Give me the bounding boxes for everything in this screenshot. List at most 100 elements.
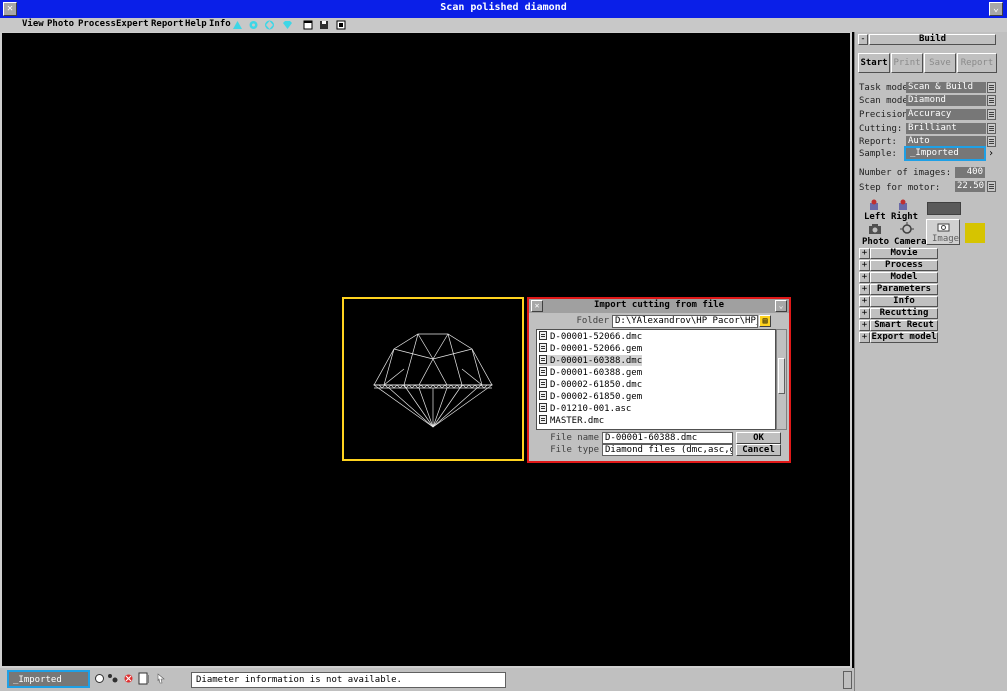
file-item[interactable]: D-00002-61850.gem [539,391,642,402]
file-type-select[interactable]: Diamond files (dmc,asc,gem) [602,444,733,456]
menu-info[interactable]: Info [209,19,231,29]
file-item[interactable]: D-00001-60388.gem [539,367,642,378]
photo-icon[interactable] [868,223,882,235]
diamond-top-icon[interactable] [232,20,243,30]
file-name-input[interactable]: D-00001-60388.dmc [602,432,733,444]
accordion-recutting[interactable]: + Recutting [859,308,938,319]
settings-dots-icon[interactable] [107,673,119,684]
scan-mode-dropdown-icon[interactable] [987,95,996,106]
diamond-preview-frame[interactable] [342,297,524,461]
folder-field[interactable]: D:\YAlexandrov\HP Pacor\HP_5.6.30.1 [612,315,758,328]
panel-collapse-button[interactable]: - [858,34,868,45]
import-dialog: ✕ Import cutting from file ⌄ Folder D:\Y… [527,297,791,463]
stop-icon[interactable] [123,673,134,684]
camera-label: Camera [894,237,927,247]
status-sample-field[interactable]: _Imported [7,670,90,688]
image-button[interactable]: Image [926,219,960,245]
file-item[interactable]: D-00001-52066.dmc [539,331,642,342]
file-icon [539,403,547,412]
camera-icon[interactable] [900,222,914,235]
cutting-label: Cutting: [859,124,903,134]
file-list[interactable]: D-00001-52066.dmc D-00001-52066.gem D-00… [536,329,776,430]
accordion-parameters[interactable]: + Parameters [859,284,938,295]
document-icon[interactable] [138,672,150,685]
cancel-button[interactable]: Cancel [736,444,781,456]
file-icon [539,343,547,352]
save-icon[interactable] [319,20,330,30]
position-display [927,202,961,215]
cutting-dropdown-icon[interactable] [987,123,996,134]
report-button[interactable]: Report [957,53,997,73]
left-label: Left [864,212,886,222]
diamond-wireframe [372,333,494,428]
save-button[interactable]: Save [924,53,956,73]
file-item[interactable]: D-00002-61850.dmc [539,379,642,390]
folder-browse-icon[interactable]: ▤ [759,315,771,327]
status-message: Diameter information is not available. [191,672,506,688]
menu-process[interactable]: Process [78,19,116,29]
export-icon[interactable] [336,20,347,30]
report-mode-dropdown-icon[interactable] [987,136,996,147]
sample-label: Sample: [859,149,897,159]
menu-view[interactable]: View [22,19,44,29]
report-mode-label: Report: [859,137,897,147]
file-list-scrollbar[interactable] [776,329,787,430]
task-mode-dropdown-icon[interactable] [987,82,996,93]
right-label: Right [891,212,919,222]
rotate-left-icon[interactable] [867,199,881,211]
accordion-process[interactable]: + Process [859,260,938,271]
start-button[interactable]: Start [858,53,890,73]
chevron-right-icon[interactable]: › [988,148,994,159]
step-motor-value[interactable]: 22.50 [955,181,985,192]
file-icon [539,379,547,388]
file-type-label: File type [550,445,599,455]
num-images-value[interactable]: 400 [955,167,985,178]
step-motor-dropdown-icon[interactable] [987,181,996,192]
window-icon[interactable] [303,20,314,30]
menu-photo[interactable]: Photo [47,19,74,29]
print-button[interactable]: Print [891,53,923,73]
dialog-chevron-down-icon[interactable]: ⌄ [775,300,787,312]
file-item[interactable]: D-01210-001.asc [539,403,631,414]
file-item[interactable]: MASTER.dmc [539,415,604,426]
chevron-down-icon[interactable]: ⌄ [989,2,1003,16]
ok-button[interactable]: OK [736,432,781,444]
menu-report[interactable]: Report [151,19,184,29]
photo-label: Photo [862,237,890,247]
facet-icon[interactable] [264,20,275,30]
panel-build-header[interactable]: Build [869,34,996,45]
pointer-icon[interactable] [156,673,166,684]
file-item-selected[interactable]: D-00001-60388.dmc [539,355,643,366]
cutting-value[interactable]: Brilliant [906,123,986,134]
dialog-title: Import cutting from file [593,300,725,310]
accordion-model[interactable]: + Model [859,272,938,283]
image-color-swatch[interactable] [965,223,985,243]
rotate-right-icon[interactable] [896,199,910,211]
gear-icon[interactable] [248,20,259,30]
precision-value[interactable]: Accuracy [906,109,986,120]
accordion-info[interactable]: + Info [859,296,938,307]
file-item[interactable]: D-00001-52066.gem [539,343,642,354]
scrollbar-thumb[interactable] [778,358,785,394]
status-bar: _Imported Diameter information is not av… [0,668,854,691]
main-viewport[interactable]: ✕ Import cutting from file ⌄ Folder D:\Y… [0,32,852,668]
accordion-smart-recut[interactable]: + Smart Recut [859,320,938,331]
menu-help[interactable]: Help [185,19,207,29]
diamond-icon[interactable] [282,20,293,30]
image-icon [937,223,950,232]
precision-dropdown-icon[interactable] [987,109,996,120]
accordion-export-model[interactable]: + Export model [859,332,938,343]
sample-field[interactable]: _Imported [904,146,986,161]
resize-grip[interactable] [843,671,852,689]
file-icon [539,415,547,424]
accordion-movie[interactable]: + Movie [859,248,938,259]
menu-expert[interactable]: Expert [116,19,149,29]
file-icon [539,355,547,364]
title-bar: ✕ Scan polished diamond ⌄ [0,0,1007,18]
file-icon [539,391,547,400]
circle-icon[interactable] [94,673,105,684]
scan-mode-value[interactable]: Diamond [906,95,986,106]
image-label: Image [932,234,960,244]
task-mode-value[interactable]: Scan & Build [906,82,986,93]
num-images-label: Number of images: [859,168,952,178]
